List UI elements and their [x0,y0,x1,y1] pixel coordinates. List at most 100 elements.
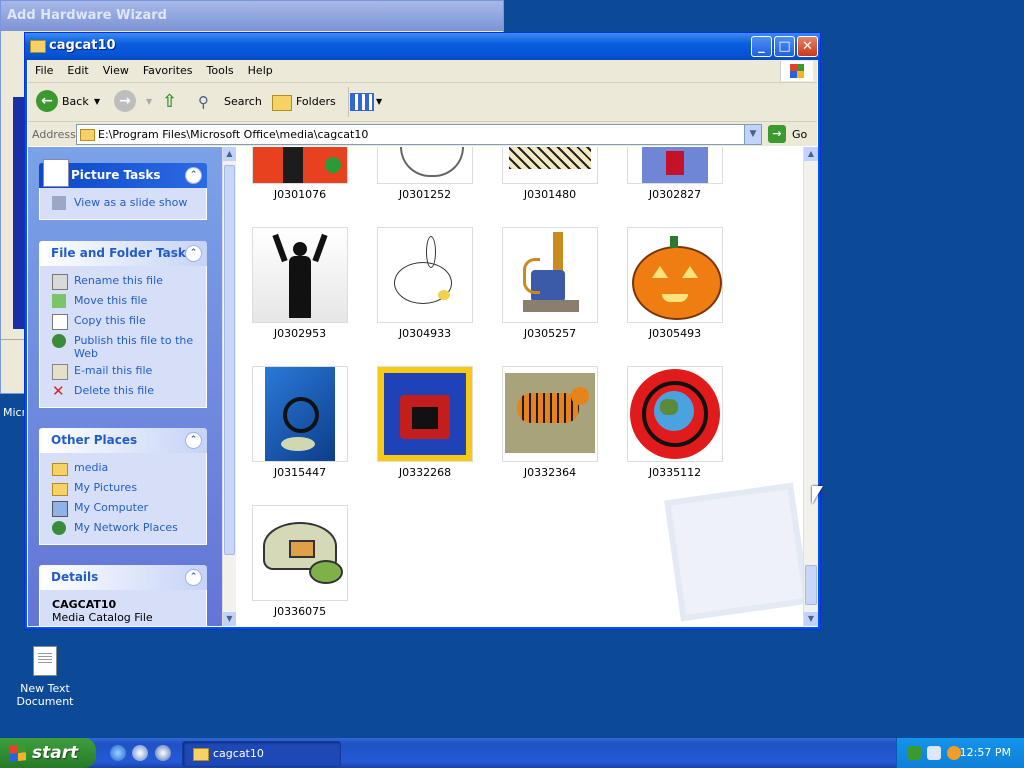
address-input[interactable]: E:\Program Files\Microsoft Office\media\… [76,124,762,145]
thumbnail-item[interactable]: J0332268 [377,366,473,479]
folders-button[interactable]: Folders [296,89,336,115]
thumbnail-image [627,147,723,184]
thumbnail-image [502,227,598,323]
wizard-bottom-strip [1,339,25,390]
task-delete[interactable]: ✕ Delete this file [52,381,206,401]
move-icon [52,294,66,308]
thumbnail-item[interactable]: J0336075 [252,505,348,618]
collapse-chevron-icon[interactable]: ⌃ [185,432,202,449]
internet-explorer-icon[interactable] [110,745,126,761]
network-icon[interactable] [927,746,941,760]
taskbar: start cagcat10 12:57 PM [0,738,1024,768]
views-icon[interactable] [350,93,374,111]
task-pane-scrollbar[interactable]: ▲ ▼ [222,147,236,626]
globe-icon [52,334,66,348]
minimize-button[interactable]: _ [751,36,772,57]
other-places-panel: Other Places ⌃ media My Pictures My Comp… [39,428,207,545]
picture-tasks-header[interactable]: Picture Tasks ⌃ [39,159,207,188]
back-dropdown-icon[interactable]: ▼ [94,89,100,115]
thumbnail-item[interactable]: J0302953 [252,227,348,340]
place-network[interactable]: My Network Places [52,518,206,538]
thumbnail-image [502,147,598,184]
thumbnail-label: J0304933 [398,327,452,340]
details-header[interactable]: Details ⌃ [39,565,207,590]
task-publish[interactable]: Publish this file to the Web [52,331,206,361]
menu-tools[interactable]: Tools [200,60,241,77]
thumbnail-label: J0336075 [273,605,327,618]
place-media[interactable]: media [52,458,206,478]
menu-edit[interactable]: Edit [60,60,95,77]
scrollbar-thumb[interactable] [805,565,817,605]
forward-dropdown-icon[interactable]: ▼ [146,89,152,115]
safely-remove-hardware-icon[interactable] [907,746,921,760]
collapse-chevron-icon[interactable]: ⌃ [185,245,202,262]
computer-icon [52,501,68,517]
thumbnail-item[interactable]: J0305257 [502,227,598,340]
maximize-button[interactable]: □ [774,36,795,57]
task-copy[interactable]: Copy this file [52,311,206,331]
scroll-up-icon[interactable]: ▲ [804,147,818,161]
file-view: J0301076 J0301252 J0301480 J0302827 J030… [236,147,803,626]
thumbnail-image [377,366,473,462]
go-arrow-icon: → [768,125,786,143]
up-folder-icon[interactable]: ⇧ [162,89,177,115]
thumbnail-item[interactable]: J0301252 [377,147,473,201]
back-button[interactable]: Back [62,89,89,115]
thumbnail-item[interactable]: J0304933 [377,227,473,340]
collapse-chevron-icon[interactable]: ⌃ [185,167,202,184]
task-move[interactable]: Move this file [52,291,206,311]
other-places-header[interactable]: Other Places ⌃ [39,428,207,453]
file-view-scrollbar[interactable]: ▲ ▼ [803,147,818,626]
thumbnail-image [252,505,348,601]
back-arrow-icon[interactable]: ← [36,90,58,112]
collapse-chevron-icon[interactable]: ⌃ [185,569,202,586]
thumbnail-label: J0302827 [648,188,702,201]
wizard-title[interactable]: Add Hardware Wizard [1,1,503,31]
go-button[interactable]: → Go [766,124,816,144]
pictures-folder-icon [52,483,68,496]
scrollbar-thumb[interactable] [224,165,235,555]
menu-help[interactable]: Help [241,60,280,77]
folder-icon [52,463,68,476]
scroll-up-icon[interactable]: ▲ [223,147,236,161]
toolbar-divider [348,87,349,117]
explorer-window[interactable]: cagcat10 _ □ ✕ File Edit View Favorites Tool… [24,32,821,630]
scroll-down-icon[interactable]: ▼ [223,612,236,626]
thumbnail-item[interactable]: J0335112 [627,366,723,479]
media-player-icon[interactable] [155,745,171,761]
thumbnail-item[interactable]: J0302827 [627,147,723,201]
thumbnail-item[interactable]: J0332364 [502,366,598,479]
outlook-express-icon[interactable] [132,745,148,761]
close-button[interactable]: ✕ [797,36,818,57]
thumbnail-label: J0302953 [273,327,327,340]
thumbnail-item[interactable]: J0305493 [627,227,723,340]
task-view-slideshow[interactable]: View as a slide show [52,193,206,213]
task-label: Copy this file [74,314,146,327]
menu-file[interactable]: File [28,60,60,77]
views-dropdown-icon[interactable]: ▼ [376,89,382,115]
task-email[interactable]: E-mail this file [52,361,206,381]
address-dropdown-icon[interactable]: ▼ [744,125,761,144]
forward-arrow-icon[interactable]: → [114,90,136,112]
taskbar-button-cagcat10[interactable]: cagcat10 [182,741,341,767]
thumbnail-item[interactable]: J0301076 [252,147,348,201]
desktop-icon-new-text-document[interactable]: New Text Document [10,644,80,708]
start-button[interactable]: start [0,738,96,768]
thumbnail-item[interactable]: J0315447 [252,366,348,479]
task-label: View as a slide show [74,196,188,209]
menu-view[interactable]: View [96,60,136,77]
details-body: CAGCAT10 Media Catalog File [39,590,207,626]
place-my-pictures[interactable]: My Pictures [52,478,206,498]
title-bar[interactable]: cagcat10 _ □ ✕ [25,33,820,60]
thumbnail-label: J0315447 [273,466,327,479]
desktop-partial-label: Micr [3,406,27,419]
task-rename[interactable]: Rename this file [52,271,206,291]
text-document-icon [33,646,57,676]
search-button[interactable]: Search [224,89,262,115]
file-tasks-header[interactable]: File and Folder Tasks ⌃ [39,241,207,266]
thumbnail-item[interactable]: J0301480 [502,147,598,201]
menu-favorites[interactable]: Favorites [136,60,200,77]
clock[interactable]: 12:57 PM [960,746,1011,759]
scroll-down-icon[interactable]: ▼ [804,612,818,626]
place-my-computer[interactable]: My Computer [52,498,206,518]
